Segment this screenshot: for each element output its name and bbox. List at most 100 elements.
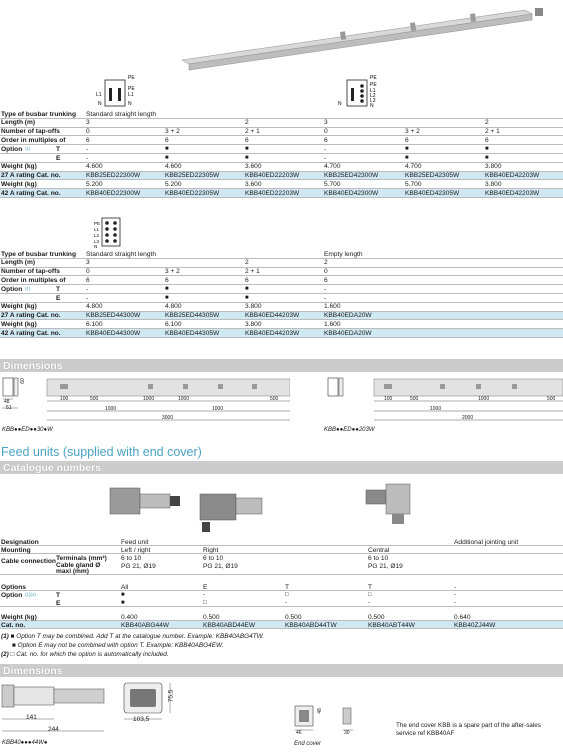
table-cell: ■ [165, 285, 169, 292]
dim-244: 244 [48, 726, 59, 733]
table-cell: 0 [86, 268, 90, 276]
table-cell: 0 [324, 268, 328, 276]
dim-right-500: 500 [410, 396, 419, 402]
row-label: Option [1, 145, 23, 153]
svg-text:L1: L1 [94, 227, 100, 232]
dim-right-500b: 500 [547, 396, 556, 402]
table-cell: 1.600 [324, 320, 341, 328]
table-cell: 6 [405, 136, 409, 144]
table-cell: 6.100 [86, 320, 103, 328]
dim-left-500b: 500 [270, 396, 279, 402]
table-cell: 2 [485, 119, 489, 127]
connector-diagram-3: PE L1 L2 L3 N [88, 215, 138, 249]
row-sub-label: T [56, 285, 61, 293]
note-2: ■ Option E may not be combined with opti… [12, 642, 224, 649]
table-cell: ■ [245, 154, 249, 161]
table-cell: KBB25ED42300W [324, 172, 379, 180]
feed-unit-side-view [120, 679, 200, 729]
table-cell: 6 [324, 136, 328, 144]
table-cell: KBB40ED42305W [405, 189, 460, 197]
dim-right-1000b: 1000 [430, 406, 442, 412]
terminals-row: Cable connection Terminals (mm²) 6 to 10… [0, 554, 563, 566]
table-cell: KBB25ED44305W [165, 312, 220, 320]
feed-unit-product-images [100, 476, 560, 536]
table-cell: 3.600 [245, 163, 262, 171]
header-value-empty: Empty length [324, 250, 363, 258]
dimension-drawing-right [322, 374, 563, 434]
header-value: Standard straight length [86, 250, 157, 258]
table-cell: 6 [245, 276, 249, 284]
table-row: Length (m) 3 2 3 2 [0, 119, 563, 128]
svg-text:N: N [98, 101, 102, 107]
table-cell: 6 [86, 276, 90, 284]
end-cover-note: The end cover KBB is a spare part of the… [396, 722, 541, 737]
options-row: Options All E T T - [0, 583, 563, 591]
table-cell: 4.700 [405, 163, 422, 171]
row-label: Order in multiples of [1, 136, 66, 144]
table-cell: 5.200 [86, 180, 103, 188]
table-cell: 2 + 1 [245, 128, 260, 136]
table-row: E - ■ ■ - [0, 294, 563, 303]
dim-left-1000a: 1000 [143, 396, 155, 402]
table-cell: KBB40ED22300W [86, 189, 141, 197]
dimensions-title-2: Dimensions [3, 664, 63, 677]
cat-label: Cat. no. [1, 621, 26, 629]
row-label: Length (m) [1, 119, 36, 127]
table-cell: 3 + 2 [165, 268, 180, 276]
cat-4: KBB40ABT44W [368, 621, 415, 629]
table-cell: 6 [485, 136, 489, 144]
table-cell: - [86, 294, 89, 302]
svg-text:PE: PE [370, 75, 377, 81]
option-sup: (1)(2) [25, 591, 36, 597]
dim-left-3000: 3000 [162, 415, 174, 421]
gland-label: Cable gland Ø maxi (mm) [56, 561, 101, 575]
table-cell: 5.700 [405, 180, 422, 188]
table-cell: 4.600 [165, 163, 182, 171]
row-label: 27 A rating Cat. no. [1, 172, 61, 180]
table-row: 42 A rating Cat. no. KBB40ED22300W KBB40ED… [0, 189, 563, 198]
dim-right-2000: 2000 [462, 415, 474, 421]
table-cell: ■ [405, 154, 409, 161]
option-t-1: ■ [121, 591, 125, 598]
table-cell: - [86, 145, 89, 153]
table-row: 27 A rating Cat. no. KBB25ED44300W KBB25ED… [0, 311, 563, 321]
table-row: Number of tap-offs 0 3 + 2 2 + 1 0 3 + 2 2 + 1 [0, 128, 563, 137]
table-cell: 0 [86, 128, 90, 136]
table-cell: KBB40EDA20W [324, 329, 372, 337]
table-cell: 3 + 2 [405, 128, 420, 136]
gland-value-3: PG 21, Ø19 [368, 562, 403, 570]
table-cell: ■ [485, 154, 489, 161]
row-label: Order in multiples of [1, 276, 66, 284]
table-cell: KBB40EDA20W [324, 312, 372, 320]
row-label: Length (m) [1, 259, 36, 267]
dim-left-1000b: 1000 [178, 396, 190, 402]
option-t-5: - [454, 591, 456, 598]
cat-no-row: Cat. no. KBB40ABG44W KBB40ABD44EW KBB40A… [0, 621, 563, 629]
table-cell: 3 [86, 119, 90, 127]
dim-141: 141 [26, 714, 37, 721]
dim-103: 103,5 [133, 716, 150, 723]
table-cell: - [86, 154, 89, 162]
svg-text:L1: L1 [96, 92, 102, 98]
row-label: Option [1, 285, 23, 293]
row-label: Weight (kg) [1, 163, 37, 171]
table-cell: - [324, 145, 327, 153]
dim-right-1000: 1000 [478, 396, 490, 402]
cat-2: KBB40ABD44EW [203, 621, 256, 629]
dimensions-band-2: Dimensions [0, 664, 563, 677]
table-cell: 3 + 2 [165, 128, 180, 136]
table-cell: ■ [165, 154, 169, 161]
designation-row: Designation Feed unit Additional jointin… [0, 538, 563, 546]
svg-text:N: N [370, 103, 374, 108]
cat-5: KBB40ZJ44W [454, 621, 496, 629]
table-cell: 3.800 [485, 180, 502, 188]
table-cell: KBB40ED22203W [245, 172, 300, 180]
svg-text:PE: PE [128, 75, 135, 81]
connector-diagram-1: PE PE L1 N L1 N [88, 74, 148, 108]
dim-75: 75,5 [167, 689, 175, 703]
table-cell: KBB40ED42300W [324, 189, 379, 197]
table-cell: 3.600 [245, 180, 262, 188]
table-cell: KBB40ED22305W [165, 189, 220, 197]
option-e-1: ■ [121, 599, 125, 606]
table-cell: 2 [324, 259, 328, 267]
